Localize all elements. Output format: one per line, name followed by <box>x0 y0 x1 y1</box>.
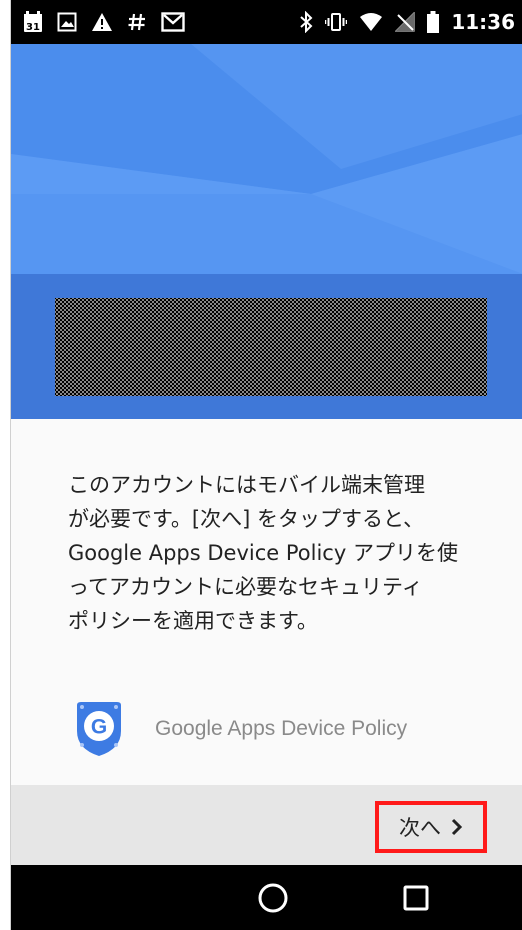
system-icons: 11:36 <box>299 10 515 34</box>
policy-message: このアカウントにはモバイル端末管理 が必要です。[次へ] をタップすると、 Go… <box>68 468 488 638</box>
message-line: ポリシーを適用できます。 <box>68 609 318 633</box>
next-button[interactable]: 次へ <box>375 801 487 853</box>
chevron-right-icon <box>451 818 463 836</box>
notification-icons: 31 <box>23 11 185 33</box>
app-icon-letter: G <box>91 716 107 739</box>
message-line: が必要です。[次へ] をタップすると、 <box>68 507 425 531</box>
navigation-bar <box>11 865 522 930</box>
wifi-icon <box>359 12 383 32</box>
bluetooth-icon <box>299 11 313 33</box>
message-line: Google Apps Device Policy アプリを使 <box>68 541 458 565</box>
header-banner <box>11 44 522 419</box>
gmail-icon <box>161 12 185 32</box>
account-email-redacted <box>55 298 487 396</box>
warning-icon <box>91 12 113 32</box>
app-info: G Google Apps Device Policy <box>73 700 407 758</box>
clock: 11:36 <box>451 10 515 34</box>
no-signal-icon <box>395 12 416 32</box>
image-icon <box>57 12 77 32</box>
battery-icon <box>427 11 440 33</box>
message-line: このアカウントにはモバイル端末管理 <box>68 473 425 497</box>
decorative-background <box>11 44 522 274</box>
vibrate-icon <box>325 11 348 33</box>
recents-icon[interactable] <box>403 885 429 911</box>
screen: 31 11:36 このアカウントにはモバイル端末管理 が必要です。[次へ] をタ… <box>10 0 522 930</box>
app-name: Google Apps Device Policy <box>155 717 408 740</box>
calendar-day: 31 <box>26 22 40 33</box>
device-policy-app-icon: G <box>77 702 121 756</box>
calendar-icon: 31 <box>23 11 43 33</box>
footer-bar: 次へ <box>11 785 522 865</box>
home-icon[interactable] <box>257 882 289 914</box>
hash-icon <box>127 12 147 32</box>
message-line: ってアカウントに必要なセキュリティ <box>68 575 423 599</box>
status-bar: 31 11:36 <box>11 0 522 44</box>
next-button-label: 次へ <box>399 816 441 840</box>
